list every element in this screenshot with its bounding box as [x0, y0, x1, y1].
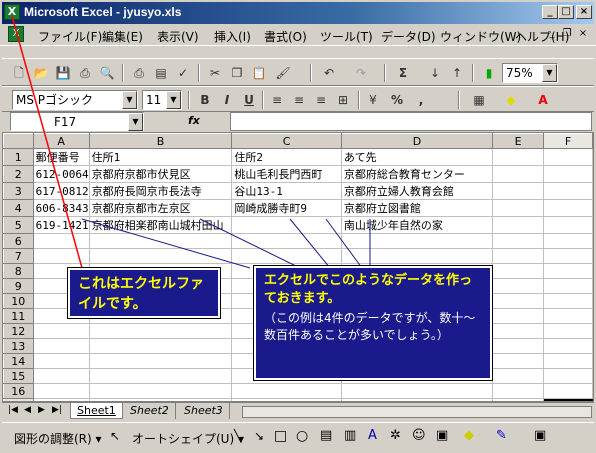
right-callout-subtitle: （この例は4件のデータですが、数十～数百件あることが多いでしょう。） [264, 311, 476, 342]
right-callout: エクセルでこのようなデータを作っておきます。 （この例は4件のデータですが、数十… [253, 265, 493, 381]
pointer-line [289, 218, 331, 269]
right-callout-title: エクセルでこのようなデータを作っておきます。 [264, 273, 473, 306]
pointer-line [81, 218, 251, 269]
red-pointer-line [11, 15, 83, 269]
pointer-line [325, 218, 363, 269]
left-callout: これはエクセルファイルです。 [67, 267, 221, 319]
pointer-line [199, 218, 301, 269]
annotation-lines [11, 15, 371, 269]
